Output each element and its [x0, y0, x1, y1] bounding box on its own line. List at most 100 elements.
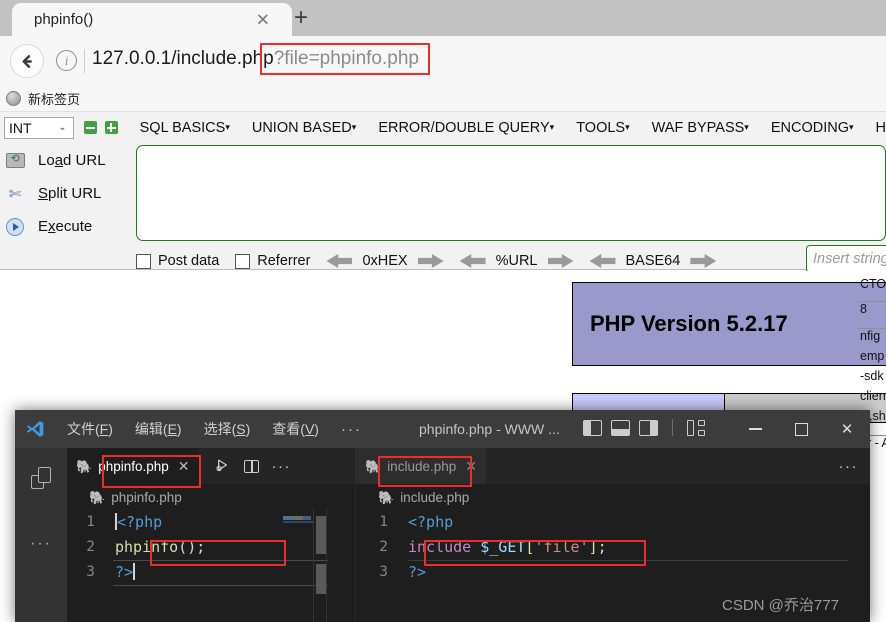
browser-tab-phpinfo[interactable]: phpinfo() ✕: [12, 3, 292, 36]
hackbar-panel: INT ⌄ SQL BASICS▾ UNION BASED▾ ERROR/DOU…: [0, 112, 886, 273]
hackbar-menu-sql-basics[interactable]: SQL BASICS▾: [140, 120, 230, 136]
right-text-2: nfig: [858, 328, 886, 343]
load-url-button[interactable]: Load URL: [4, 144, 132, 177]
split-url-icon: ✄: [8, 185, 22, 203]
php-version-banner: PHP Version 5.2.17: [572, 282, 886, 366]
customize-layout-icon[interactable]: [687, 419, 705, 436]
execute-button[interactable]: Execute: [4, 210, 132, 243]
vscode-menu-overflow-icon[interactable]: ···: [341, 421, 362, 438]
minus-icon[interactable]: [83, 121, 97, 134]
right-text-0: CTOR: [860, 277, 886, 291]
code-line: 3 ?>: [356, 560, 870, 585]
close-icon[interactable]: ✕: [178, 458, 190, 475]
post-data-label: Post data: [158, 253, 220, 269]
panel-right-icon[interactable]: [639, 419, 658, 436]
right-text-1: 8: [858, 301, 886, 316]
more-actions-icon[interactable]: ···: [272, 458, 292, 475]
php-version-text: PHP Version 5.2.17: [590, 311, 788, 336]
browser-omnibar: i 127.0.0.1/include.php?file=phpinfo.php: [0, 36, 886, 86]
scrollbar-thumb[interactable]: [316, 564, 326, 594]
run-debug-icon[interactable]: [215, 458, 231, 475]
menu-label: H: [875, 119, 886, 136]
panel-bottom-icon[interactable]: [611, 419, 630, 436]
code-line: 1 <?php: [356, 510, 870, 535]
vscode-menu-file[interactable]: 文件(F): [67, 419, 113, 439]
code-text: include $_GET['file'];: [408, 538, 607, 556]
split-editor-icon[interactable]: [243, 459, 259, 473]
split-url-button[interactable]: ✄ Split URL: [4, 177, 132, 210]
vscode-menu-view[interactable]: 查看(V): [272, 419, 319, 439]
arrow-right-icon[interactable]: [690, 254, 717, 268]
encoder-url[interactable]: %URL: [459, 253, 574, 269]
editor-minimap-left[interactable]: [281, 510, 327, 622]
breadcrumb-label: include.php: [400, 489, 470, 505]
hackbar-menu-tools[interactable]: TOOLS▾: [576, 120, 629, 136]
plus-icon[interactable]: [104, 121, 118, 134]
execute-label: Execute: [38, 218, 93, 235]
vscode-editor-group-left: 🐘 phpinfo.php ✕ ··· 🐘 phpinfo.php 1 <?ph…: [67, 448, 355, 622]
hackbar-url-textarea[interactable]: [136, 145, 886, 241]
maximize-icon[interactable]: [778, 410, 824, 448]
editor-tab-phpinfo[interactable]: 🐘 phpinfo.php ✕: [67, 448, 199, 484]
load-url-icon: [4, 151, 26, 171]
editor-tab-label: include.php: [387, 458, 457, 474]
arrow-right-icon[interactable]: [417, 254, 444, 268]
more-actions-icon[interactable]: ···: [839, 458, 859, 475]
breadcrumb-right[interactable]: 🐘 include.php: [356, 484, 870, 510]
hackbar-menu-encoding[interactable]: ENCODING▾: [771, 120, 854, 136]
line-number: 1: [379, 514, 388, 530]
explorer-copy-icon[interactable]: [15, 454, 67, 502]
menu-label: ERROR/DOUBLE QUERY: [378, 119, 550, 136]
code-text: <?php: [408, 513, 454, 531]
hackbar-menu-more[interactable]: H: [876, 120, 886, 136]
code-editor-left[interactable]: 1 <?php 2 phpinfo(); 3 ?>: [67, 510, 355, 622]
editor-scrollbar-left[interactable]: [313, 510, 327, 622]
scrollbar-thumb[interactable]: [316, 516, 326, 554]
new-tab-icon[interactable]: +: [294, 4, 308, 32]
minimize-icon[interactable]: [732, 410, 778, 448]
screenshot-root: phpinfo() ✕ + i 127.0.0.1/include.php?fi…: [0, 0, 886, 622]
arrow-right-icon[interactable]: [547, 254, 574, 268]
hackbar-type-select[interactable]: INT ⌄: [4, 116, 74, 139]
divider: [672, 419, 673, 436]
hackbar-menu-error-double-query[interactable]: ERROR/DOUBLE QUERY▾: [378, 120, 554, 136]
vscode-menu-edit[interactable]: 编辑(E): [135, 419, 182, 439]
insert-string-placeholder: Insert string: [813, 251, 886, 267]
close-icon[interactable]: ✕: [824, 410, 870, 448]
vscode-activity-bar: ···: [15, 448, 67, 622]
right-text-3: emp: [860, 349, 885, 363]
activity-overflow-icon[interactable]: ···: [15, 520, 67, 568]
close-icon[interactable]: ✕: [256, 11, 270, 28]
address-bar[interactable]: 127.0.0.1/include.php?file=phpinfo.php: [92, 48, 419, 70]
caret-down-icon: ▾: [848, 121, 854, 132]
back-arrow-icon[interactable]: [10, 44, 44, 78]
right-text-5: clien: [860, 389, 886, 403]
chevron-down-icon: ⌄: [58, 122, 67, 133]
insert-string-input[interactable]: Insert string: [806, 245, 886, 273]
arrow-left-icon[interactable]: [589, 254, 616, 268]
panel-left-icon[interactable]: [583, 419, 602, 436]
hackbar-action-buttons: Load URL ✄ Split URL Execute: [4, 144, 132, 243]
encoder-base64[interactable]: BASE64: [589, 253, 717, 269]
post-data-checkbox[interactable]: [136, 253, 151, 269]
encoder-hex[interactable]: 0xHEX: [326, 253, 444, 269]
site-info-icon[interactable]: i: [56, 50, 77, 71]
code-text: ?>: [115, 563, 136, 581]
url-query: ?file=phpinfo.php: [273, 48, 419, 69]
arrow-left-icon[interactable]: [326, 254, 353, 268]
encoder-url-label: %URL: [495, 253, 538, 269]
close-icon[interactable]: ✕: [465, 458, 477, 475]
minimap-line-marker: [283, 521, 313, 523]
vscode-window-buttons: ✕: [732, 410, 870, 448]
line-number: 2: [86, 539, 95, 555]
breadcrumb-left[interactable]: 🐘 phpinfo.php: [67, 484, 355, 510]
hackbar-menu-union-based[interactable]: UNION BASED▾: [252, 120, 356, 136]
php-elephant-icon: 🐘: [378, 489, 395, 505]
hackbar-menu-waf-bypass[interactable]: WAF BYPASS▾: [652, 120, 749, 136]
bookmark-item-newtab[interactable]: 新标签页: [28, 89, 80, 108]
arrow-left-icon[interactable]: [459, 254, 486, 268]
vscode-menu-selection[interactable]: 选择(S): [204, 419, 251, 439]
referrer-checkbox[interactable]: [235, 253, 251, 269]
editor-tabbar-right: 🐘 include.php ✕ ···: [356, 448, 870, 484]
editor-tab-include[interactable]: 🐘 include.php ✕: [356, 448, 486, 484]
